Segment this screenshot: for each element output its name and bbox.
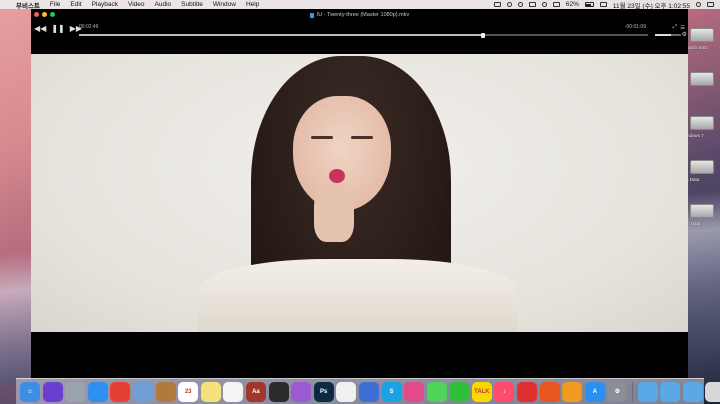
menu-bar: 무비스트 File Edit Playback Video Audio Subt… [0, 0, 720, 10]
dock-notes-icon[interactable] [200, 381, 221, 402]
dock-downloads-folder-icon[interactable] [682, 381, 703, 402]
input-source-icon[interactable] [599, 2, 607, 7]
dock-applications-folder-icon[interactable] [637, 381, 658, 402]
playlist-icon[interactable]: ☰ [680, 25, 685, 31]
drive-icon [690, 28, 714, 42]
dock-contacts-icon[interactable] [155, 381, 176, 402]
desktop-icon-drive-2[interactable] [686, 70, 720, 110]
title-bar[interactable]: IU - Twenty-three (Master 1080p).mkv [31, 9, 688, 21]
seek-bar-fill [79, 34, 483, 36]
desktop-icon-data-2[interactable]: in Data [686, 202, 720, 242]
settings-gear-icon[interactable]: ⚙ [682, 31, 687, 38]
volume-slider-fill [655, 34, 671, 36]
battery-percent[interactable]: 62% [566, 1, 579, 8]
clock-icon[interactable] [517, 2, 523, 7]
dock-safari-icon[interactable] [87, 381, 108, 402]
dock-photos-icon[interactable] [336, 381, 357, 402]
desktop-icon-data-1[interactable]: n Data [686, 158, 720, 198]
drive-icon [690, 116, 714, 130]
dock-messages-icon[interactable] [426, 381, 447, 402]
sync-icon[interactable] [506, 2, 512, 7]
dock-photoshop-icon[interactable]: Ps [313, 381, 334, 402]
dock-launchpad-icon[interactable] [65, 381, 86, 402]
menu-audio[interactable]: Audio [155, 1, 172, 8]
desktop-icon-label: n Data [686, 177, 700, 182]
spotlight-icon[interactable] [696, 2, 701, 7]
desktop-icon-windows-7[interactable]: indows 7 [686, 114, 720, 154]
desktop-icons: ntosh SSD indows 7 n Data in Data [686, 26, 720, 246]
dock-app-red-icon[interactable] [539, 381, 560, 402]
window-title: IU - Twenty-three (Master 1080p).mkv [316, 12, 410, 18]
drive-icon [690, 204, 714, 218]
datetime[interactable]: 11월 23일 (수) 오후 1:02:55 [613, 0, 690, 10]
desktop-icon-label: in Data [686, 221, 701, 226]
dock-motion-icon[interactable] [291, 381, 312, 402]
rewind-icon[interactable]: ◀◀ [34, 24, 46, 33]
dock-preview-icon[interactable] [132, 381, 153, 402]
player-window: IU - Twenty-three (Master 1080p).mkv ◀◀ … [31, 9, 688, 379]
time-elapsed: 00:02:49 [79, 24, 99, 30]
dock-documents-folder-icon[interactable] [660, 381, 681, 402]
desktop-icon-label: ntosh SSD [686, 45, 708, 50]
window-controls [34, 11, 55, 17]
dock-keynote-icon[interactable] [358, 381, 379, 402]
document-icon [309, 12, 314, 18]
dock-kakaotalk-icon[interactable]: TALK [471, 381, 492, 402]
seek-bar[interactable] [79, 32, 648, 38]
battery-icon[interactable] [584, 2, 594, 7]
menu-playback[interactable]: Playback [92, 1, 118, 8]
dock-final-cut-icon[interactable] [268, 381, 289, 402]
menu-video[interactable]: Video [128, 1, 145, 8]
minimize-button[interactable] [42, 11, 47, 17]
dock-siri-icon[interactable] [42, 381, 63, 402]
drive-icon [690, 160, 714, 174]
app-menu[interactable]: 무비스트 [16, 0, 40, 10]
desktop-icon-macintosh-ssd[interactable]: ntosh SSD [686, 26, 720, 66]
volume-slider[interactable] [655, 34, 681, 36]
menu-subtitle[interactable]: Subtitle [181, 1, 203, 8]
playback-controls: ◀◀ ❚❚ ▶▶ 00:02:49 -00:01:09 ⤢ ☰ ⚙ [31, 21, 688, 40]
dock-calendar-icon[interactable]: 23 [178, 381, 199, 402]
video-frame[interactable] [31, 54, 688, 332]
desktop-icon-label: indows 7 [686, 133, 704, 138]
pause-icon[interactable]: ❚❚ [51, 24, 64, 33]
dock-line-icon[interactable] [449, 381, 470, 402]
dock-trash-icon[interactable] [705, 381, 720, 402]
dock-chrome-icon[interactable] [110, 381, 131, 402]
dock-skype-icon[interactable]: S [381, 381, 402, 402]
dock-dictionary-icon[interactable]: Aa [245, 381, 266, 402]
bluetooth-icon[interactable] [528, 2, 536, 7]
menu-help[interactable]: Help [246, 1, 259, 8]
dock-separator [632, 381, 634, 402]
dock-system-preferences-icon[interactable]: ⚙ [607, 381, 628, 402]
seek-bar-knob[interactable] [480, 32, 485, 38]
dock-screenshot-icon[interactable] [404, 381, 425, 402]
time-remaining[interactable]: -00:01:09 [625, 24, 646, 30]
drive-icon [690, 72, 714, 86]
dock-ibooks-icon[interactable] [562, 381, 583, 402]
volume-icon[interactable] [552, 2, 560, 7]
screen-icon[interactable] [493, 2, 501, 7]
dock-app-store-icon[interactable]: A [584, 381, 605, 402]
close-button[interactable] [34, 11, 39, 17]
zoom-button[interactable] [50, 11, 55, 17]
notification-center-icon[interactable] [707, 2, 714, 7]
wifi-icon[interactable] [541, 2, 547, 7]
dock-reminders-icon[interactable] [223, 381, 244, 402]
menu-file[interactable]: File [50, 1, 60, 8]
dock-netease-icon[interactable] [517, 381, 538, 402]
menu-edit[interactable]: Edit [70, 1, 81, 8]
dock: ☺ 23 Aa Ps S TALK ♪ A ⚙ [16, 378, 720, 404]
dock-finder-icon[interactable]: ☺ [20, 381, 40, 402]
dock-itunes-icon[interactable]: ♪ [494, 381, 515, 402]
fullscreen-icon[interactable]: ⤢ [673, 24, 677, 31]
menu-window[interactable]: Window [213, 1, 236, 8]
